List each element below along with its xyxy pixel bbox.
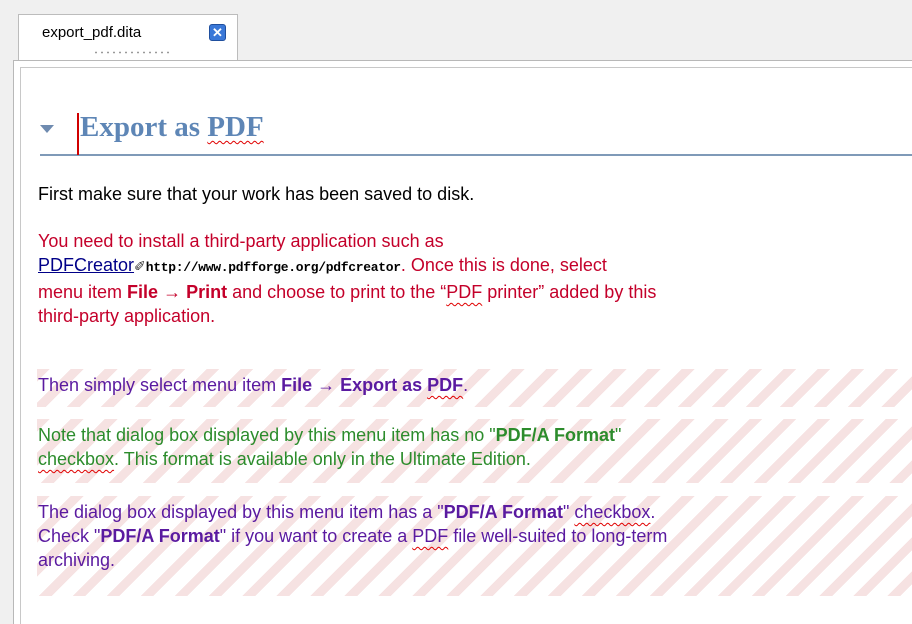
paragraph-3[interactable]: Then simply select menu item File → Expo…	[37, 369, 912, 407]
close-icon[interactable]: ✕	[209, 24, 226, 41]
editor-body: Export as PDF First make sure that your …	[20, 67, 912, 624]
paragraph-5[interactable]: The dialog box displayed by this menu it…	[37, 496, 912, 596]
pdfa-format-term: PDF/A Format	[100, 526, 220, 546]
spelling-error: PDF	[207, 111, 264, 143]
spelling-error: checkbox	[574, 502, 651, 522]
spelling-error: checkbox	[38, 449, 115, 469]
pdfa-format-term: PDF/A Format	[443, 502, 563, 522]
paragraph-2[interactable]: You need to install a third-party applic…	[37, 225, 912, 328]
menu-print: Print	[186, 282, 228, 302]
pdfcreator-link[interactable]: PDFCreator	[38, 255, 134, 275]
spelling-error: PDF	[446, 282, 483, 302]
section-title[interactable]: Export as PDF	[80, 111, 264, 144]
menu-file: File	[127, 282, 159, 302]
spelling-error: PDF	[427, 375, 464, 395]
link-url: http://www.pdfforge.org/pdfcreator	[145, 260, 401, 275]
collapse-triangle-icon[interactable]	[40, 125, 54, 133]
spelling-error: PDF	[412, 526, 449, 546]
text-caret	[77, 113, 79, 155]
tab-export-pdf[interactable]: export_pdf.dita ✕	[18, 14, 238, 61]
section-heading-row: Export as PDF	[40, 108, 912, 156]
link-edit-icon[interactable]: ✐	[134, 258, 146, 274]
paragraph-4[interactable]: Note that dialog box displayed by this m…	[37, 419, 912, 483]
tab-title: export_pdf.dita	[42, 24, 142, 41]
menu-file: File	[281, 375, 313, 395]
paragraph-1[interactable]: First make sure that your work has been …	[37, 178, 912, 206]
tab-grip	[93, 51, 173, 54]
document-editor[interactable]: Export as PDF First make sure that your …	[13, 60, 912, 624]
menu-export: Export as	[340, 375, 428, 395]
pdfa-format-term: PDF/A Format	[495, 425, 615, 445]
